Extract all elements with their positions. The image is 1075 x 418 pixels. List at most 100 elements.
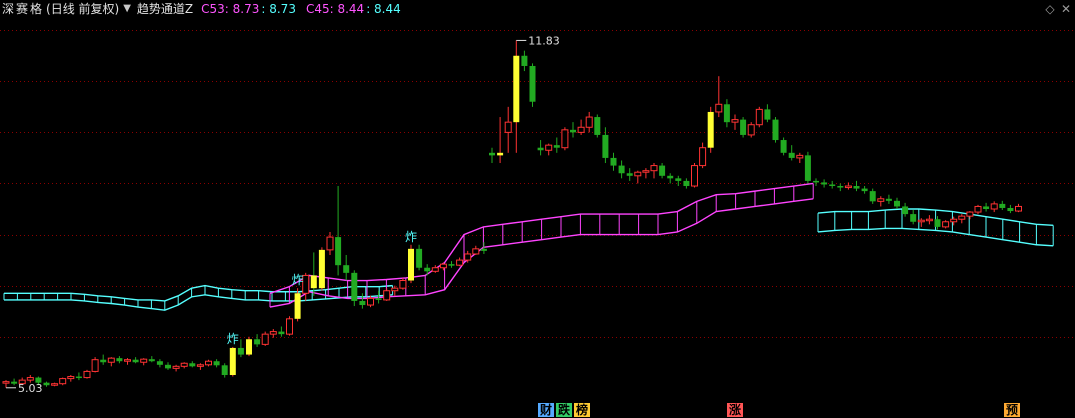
c53-value: : 8.73 — [261, 2, 296, 16]
candle-body — [585, 116, 593, 128]
candle-body — [772, 119, 779, 141]
candle-body — [740, 119, 747, 135]
candle-body — [237, 347, 244, 355]
event-mark-drop[interactable]: 跌 — [556, 403, 572, 417]
candle-body — [399, 280, 407, 289]
candle-body — [683, 180, 690, 187]
candle-body — [375, 298, 382, 300]
candle-body — [59, 378, 67, 385]
stock-name[interactable]: 深赛格 — [2, 0, 44, 18]
candle-body — [804, 155, 811, 181]
candle-body — [335, 237, 342, 266]
candle-body — [934, 219, 941, 227]
candle-body — [634, 171, 642, 177]
candle-body — [180, 362, 188, 367]
candle-body — [950, 218, 958, 223]
candle-body — [618, 165, 625, 174]
indicator-name[interactable]: 趋势通道Z — [137, 0, 193, 18]
candle-body — [51, 383, 59, 386]
candle-body — [439, 263, 447, 269]
candle-body — [11, 381, 18, 384]
candle-body — [747, 124, 755, 136]
candle-body — [529, 65, 536, 102]
candle-body — [877, 198, 885, 202]
candle-body — [715, 103, 723, 113]
candle-body — [294, 293, 301, 319]
candle-body — [107, 357, 115, 363]
candle-body — [561, 129, 569, 149]
candle-body — [861, 188, 868, 192]
chevron-down-icon[interactable]: ▼ — [123, 0, 131, 18]
candle-body — [537, 147, 544, 151]
candle-body — [910, 214, 917, 222]
candle-body — [205, 360, 212, 366]
kline-chart-window[interactable]: 11.83 5.03 炸炸炸 深赛格 (日线 前复权) ▼ 趋势通道Z C53: 8… — [0, 0, 1075, 418]
channel-cyan-lower — [817, 227, 1054, 247]
candle-body — [990, 203, 998, 210]
candle-body — [974, 205, 982, 213]
candle-body — [691, 165, 698, 187]
candle-body — [1007, 207, 1014, 212]
candle-body — [269, 331, 277, 335]
candle-body — [553, 145, 560, 148]
candle-body — [480, 248, 487, 251]
candle-body — [885, 198, 892, 201]
chevron-up-icon[interactable]: ◇ — [1043, 2, 1057, 16]
candle-body — [254, 339, 261, 345]
candle-body — [261, 333, 269, 345]
candle-body — [699, 147, 707, 167]
candle-body — [189, 363, 196, 367]
candle-body — [2, 381, 10, 384]
candle-body — [391, 287, 399, 292]
candle-body — [140, 358, 148, 363]
candle-body — [165, 364, 171, 369]
candle-body — [326, 236, 334, 251]
candle-body — [416, 248, 423, 268]
event-mark-finance[interactable]: 财 — [538, 403, 554, 417]
candle-body — [925, 218, 933, 222]
explode-signal-label: 炸 — [227, 332, 239, 346]
candle-body — [667, 175, 674, 179]
low-price-label: 5.03 — [18, 382, 43, 395]
candle-body — [626, 173, 633, 176]
candle-body — [448, 264, 455, 266]
candle-body — [829, 184, 836, 187]
chart-header: 深赛格 (日线 前复权) ▼ 趋势通道Z C53: 8.73 : 8.73 C4… — [2, 0, 401, 18]
event-mark-list[interactable]: 榜 — [574, 403, 590, 417]
candle-body — [675, 178, 682, 181]
candle-body — [359, 300, 366, 306]
candle-body — [999, 203, 1006, 208]
candle-body — [788, 152, 795, 158]
candle-body — [958, 215, 966, 220]
candle-body — [156, 361, 163, 365]
candle-body — [504, 121, 512, 133]
candle-body — [343, 265, 350, 273]
candle-body — [942, 221, 950, 228]
candle-body — [610, 157, 617, 166]
close-icon[interactable]: ✕ — [1059, 2, 1073, 16]
candle-body — [1015, 205, 1022, 212]
candle-body — [513, 55, 520, 123]
candle-body — [318, 249, 325, 289]
candle-body — [894, 200, 900, 207]
event-mark-rise[interactable]: 涨 — [727, 403, 743, 417]
candle-body — [869, 191, 876, 202]
event-mark-forecast[interactable]: 预 — [1004, 403, 1020, 417]
candle-body — [472, 248, 480, 255]
candle-body — [124, 359, 131, 362]
candle-body — [489, 152, 495, 156]
candle-body — [83, 370, 91, 379]
kline-plot-area[interactable]: 11.835.03炸炸炸 — [0, 0, 1075, 418]
candle-body — [755, 108, 763, 126]
candle-body — [602, 134, 609, 158]
period-label: (日线 前复权) — [46, 2, 120, 16]
candle-body — [796, 154, 804, 159]
candle-body — [116, 358, 123, 362]
candle-body — [286, 318, 293, 335]
candle-body — [844, 185, 852, 189]
candle-body — [383, 290, 391, 301]
candle-body — [659, 165, 666, 176]
candle-body — [229, 347, 236, 376]
c45-label: C45: 8.44 — [305, 2, 365, 16]
candle-body — [26, 377, 34, 381]
